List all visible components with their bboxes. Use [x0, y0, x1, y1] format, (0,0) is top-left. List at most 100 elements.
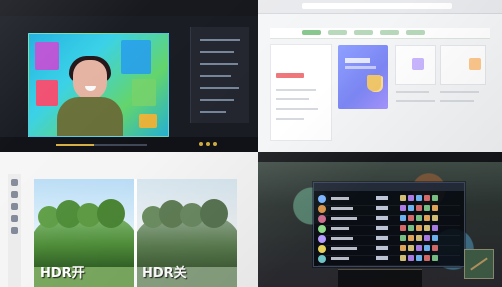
background-tile	[132, 79, 156, 106]
hdr-comparison-panel: HDR开 HDR关	[0, 152, 258, 287]
hdr-image-comparison: HDR开 HDR关	[34, 179, 237, 287]
game-bottom-hud	[338, 269, 422, 287]
hdr-on-image: HDR开	[34, 179, 134, 287]
tool-icon[interactable]	[11, 191, 18, 198]
item-icon	[416, 245, 422, 251]
scoreboard-row	[318, 254, 460, 266]
playlist-item[interactable]	[200, 111, 226, 113]
item-icon	[432, 255, 438, 261]
item-icon	[432, 195, 438, 201]
item-icon	[408, 255, 414, 261]
item-icon	[400, 215, 406, 221]
text-line	[396, 100, 435, 102]
kda-line	[376, 226, 388, 230]
item-icon	[400, 195, 406, 201]
hdr-on-label: HDR开	[40, 266, 85, 281]
feature-icon	[412, 58, 424, 70]
monitor-screen: HDR开 HDR关	[0, 0, 502, 287]
primary-button[interactable]	[276, 73, 304, 78]
item-icon	[408, 215, 414, 221]
item-icon	[408, 235, 414, 241]
item-icon	[432, 235, 438, 241]
player-name-line	[331, 217, 357, 220]
player-name-line	[331, 237, 353, 240]
kda-line	[376, 196, 388, 200]
text-line	[440, 100, 474, 102]
item-icon	[416, 235, 422, 241]
playlist-item[interactable]	[200, 87, 239, 89]
tool-icon[interactable]	[11, 227, 18, 234]
text-line	[440, 91, 479, 93]
player-name-line	[331, 247, 357, 250]
game-top-hud	[258, 152, 502, 162]
presenter-face	[73, 60, 107, 100]
item-icon	[424, 225, 430, 231]
item-icon	[424, 255, 430, 261]
control-dot-icon[interactable]	[213, 142, 217, 146]
control-dot-icon[interactable]	[206, 142, 210, 146]
text-line	[276, 98, 309, 100]
control-dot-icon[interactable]	[199, 142, 203, 146]
champion-portrait	[318, 245, 326, 253]
playlist-item[interactable]	[200, 99, 234, 101]
nav-tab[interactable]	[406, 30, 425, 35]
champion-portrait	[318, 255, 326, 263]
item-icon	[408, 205, 414, 211]
item-icon	[400, 235, 406, 241]
game-panel	[258, 152, 502, 287]
playlist-item[interactable]	[200, 63, 238, 65]
item-icon	[424, 195, 430, 201]
playlist-item[interactable]	[200, 75, 231, 77]
scoreboard-header	[314, 183, 464, 191]
tool-icon[interactable]	[11, 203, 18, 210]
tree-crown	[97, 199, 125, 228]
promo-subtitle-line	[345, 66, 376, 69]
video-player-panel	[0, 0, 258, 152]
item-icon	[424, 235, 430, 241]
browser-toolbar	[258, 0, 502, 14]
item-icon	[432, 245, 438, 251]
champion-portrait	[318, 205, 326, 213]
item-icon	[400, 255, 406, 261]
champion-portrait	[318, 235, 326, 243]
site-navigation	[270, 28, 490, 39]
player-name-line	[331, 197, 349, 200]
kda-line	[376, 246, 388, 250]
minimap-icon[interactable]	[464, 249, 494, 279]
video-frame[interactable]	[28, 33, 169, 137]
tool-icon[interactable]	[11, 215, 18, 222]
nav-tab[interactable]	[380, 30, 399, 35]
item-icon	[408, 195, 414, 201]
item-icon	[416, 195, 422, 201]
address-bar[interactable]	[302, 3, 452, 9]
player-name-line	[331, 207, 353, 210]
champion-portrait	[318, 225, 326, 233]
champion-portrait	[318, 215, 326, 223]
tool-icon[interactable]	[11, 179, 18, 186]
item-icon	[408, 225, 414, 231]
item-icon	[416, 205, 422, 211]
playlist-item[interactable]	[200, 39, 240, 41]
item-icon	[400, 245, 406, 251]
playlist-item[interactable]	[200, 51, 234, 53]
item-icon	[424, 205, 430, 211]
player-titlebar	[0, 0, 258, 16]
nav-tab[interactable]	[354, 30, 373, 35]
item-icon	[416, 225, 422, 231]
champion-portrait	[318, 195, 326, 203]
video-progress-bar[interactable]	[56, 144, 147, 146]
presenter-body	[57, 97, 123, 136]
feature-icon	[469, 58, 481, 70]
video-progress-fill	[56, 144, 95, 146]
nav-tab[interactable]	[302, 30, 321, 35]
item-icon	[400, 225, 406, 231]
nav-tab[interactable]	[328, 30, 347, 35]
item-icon	[408, 245, 414, 251]
text-line	[396, 91, 429, 93]
tree-crown	[200, 199, 228, 228]
background-tile	[139, 114, 157, 128]
background-tile	[121, 40, 151, 74]
item-icon	[424, 245, 430, 251]
text-line	[276, 118, 304, 120]
kda-line	[376, 256, 388, 260]
